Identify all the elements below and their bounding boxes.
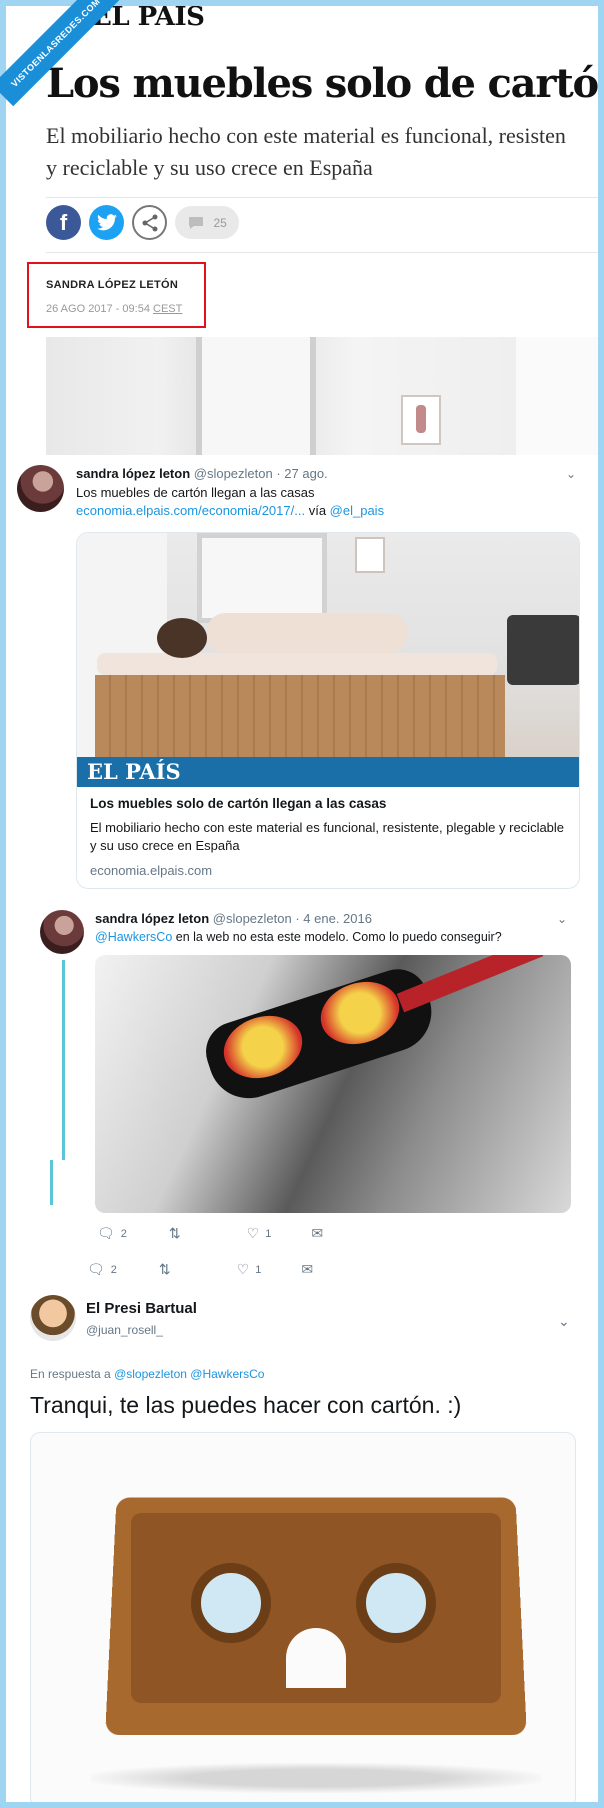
reply-count: 2 xyxy=(110,1263,117,1276)
card-title: Los muebles solo de cartón llegan a las … xyxy=(90,796,387,811)
article-hero-image xyxy=(46,337,604,455)
thread-connector xyxy=(50,1160,53,1205)
speech-bubble-icon xyxy=(189,216,204,229)
card-publisher-logo: EL PAÍS xyxy=(77,757,579,787)
share-toolbar: f 25 xyxy=(46,205,239,240)
article-subhead: El mobiliario hecho con este material es… xyxy=(46,120,604,184)
share-button[interactable] xyxy=(132,205,167,240)
tweet-body: en la web no esta este modelo. Como lo p… xyxy=(172,930,502,944)
avatar[interactable] xyxy=(30,1295,76,1341)
handle-and-time[interactable]: @slopezleton · 27 ago. xyxy=(194,466,328,481)
article-headline: Los muebles solo de cartón llega xyxy=(46,60,604,107)
twitter-share-button[interactable] xyxy=(89,205,124,240)
message-icon[interactable]: ✉ xyxy=(301,1261,313,1278)
reply-prefix: En respuesta a xyxy=(30,1367,111,1381)
author-name[interactable]: SANDRA LÓPEZ LETÓN xyxy=(46,279,178,291)
link-preview-card[interactable]: EL PAÍS Los muebles solo de cartón llega… xyxy=(76,532,580,889)
like-icon[interactable]: ♡ xyxy=(247,1225,260,1242)
reply-mentions[interactable]: @slopezleton @HawkersCo xyxy=(114,1367,264,1381)
date-text: 26 AGO 2017 - 09:54 xyxy=(46,303,150,315)
tweet-photo[interactable] xyxy=(95,955,571,1213)
retweet-icon[interactable]: ⇅ xyxy=(159,1261,171,1278)
avatar[interactable] xyxy=(40,910,84,954)
byline-highlight-box xyxy=(27,262,206,328)
reply-context: En respuesta a @slopezleton @HawkersCo xyxy=(30,1367,264,1381)
facebook-icon: f xyxy=(59,209,68,235)
divider xyxy=(46,197,604,198)
reply-icon[interactable]: 🗨 xyxy=(97,1225,115,1242)
reply-icon[interactable]: 🗨 xyxy=(87,1261,105,1278)
timezone-abbr: CEST xyxy=(153,303,183,315)
card-description: El mobiliario hecho con este material es… xyxy=(90,820,565,853)
share-nodes-icon xyxy=(142,214,157,231)
handle[interactable]: @juan_rosell_ xyxy=(86,1323,163,1337)
divider xyxy=(46,252,604,253)
like-count: 1 xyxy=(265,1227,272,1240)
subhead-line-1: El mobiliario hecho con este material es… xyxy=(46,123,566,148)
handle-and-time[interactable]: @slopezleton · 4 ene. 2016 xyxy=(213,911,372,926)
tweet-actions: 🗨 2 ⇅ ♡ 1 ✉ xyxy=(87,1261,319,1278)
thread-connector xyxy=(62,960,65,1160)
comment-count: 25 xyxy=(213,215,227,230)
tweet-photo[interactable] xyxy=(30,1432,576,1808)
publish-date: 26 AGO 2017 - 09:54 CEST xyxy=(46,303,182,315)
display-name[interactable]: sandra lópez leton xyxy=(76,466,190,481)
subhead-line-2: y reciclable y su uso crece en España xyxy=(46,155,373,180)
display-name[interactable]: sandra lópez leton xyxy=(95,911,209,926)
tweet-response[interactable]: El Presi Bartual @juan_rosell_ ⌄ En resp… xyxy=(0,1285,604,1808)
card-image xyxy=(77,533,579,757)
tweet-header: sandra lópez leton @slopezleton · 27 ago… xyxy=(76,466,328,481)
tweet-header: sandra lópez leton @slopezleton · 4 ene.… xyxy=(95,911,372,926)
tweet-reply-thread[interactable]: sandra lópez leton @slopezleton · 4 ene.… xyxy=(0,905,604,1285)
mention-link[interactable]: @HawkersCo xyxy=(95,930,172,944)
message-icon[interactable]: ✉ xyxy=(311,1225,323,1242)
facebook-share-button[interactable]: f xyxy=(46,205,81,240)
like-icon[interactable]: ♡ xyxy=(237,1261,250,1278)
via-label: vía xyxy=(308,503,327,518)
tweet-link-line: economia.elpais.com/economia/2017/... ví… xyxy=(76,502,384,520)
elpais-article: EL PAÍS Los muebles solo de cartón llega… xyxy=(0,0,604,455)
card-domain: economia.elpais.com xyxy=(90,863,213,878)
article-link[interactable]: economia.elpais.com/economia/2017/... xyxy=(76,503,305,518)
reply-count: 2 xyxy=(120,1227,127,1240)
avatar[interactable] xyxy=(17,465,64,512)
retweet-icon[interactable]: ⇅ xyxy=(169,1225,181,1242)
chevron-down-icon[interactable]: ⌄ xyxy=(557,912,567,926)
chevron-down-icon[interactable]: ⌄ xyxy=(566,467,576,481)
like-count: 1 xyxy=(255,1263,262,1276)
chevron-down-icon[interactable]: ⌄ xyxy=(558,1313,570,1330)
via-handle-link[interactable]: @el_pais xyxy=(330,503,384,518)
tweet-text: Los muebles de cartón llegan a las casas xyxy=(76,485,315,500)
twitter-bird-icon xyxy=(96,214,117,231)
tweet-text: @HawkersCo en la web no esta este modelo… xyxy=(95,928,502,946)
display-name[interactable]: El Presi Bartual xyxy=(86,1300,197,1317)
tweet-main[interactable]: sandra lópez leton @slopezleton · 27 ago… xyxy=(0,455,604,905)
tweet-actions: 🗨 2 ⇅ ♡ 1 ✉ xyxy=(97,1225,329,1242)
tweet-text: Tranqui, te las puedes hacer con cartón.… xyxy=(30,1392,462,1418)
comments-button[interactable]: 25 xyxy=(175,206,239,239)
